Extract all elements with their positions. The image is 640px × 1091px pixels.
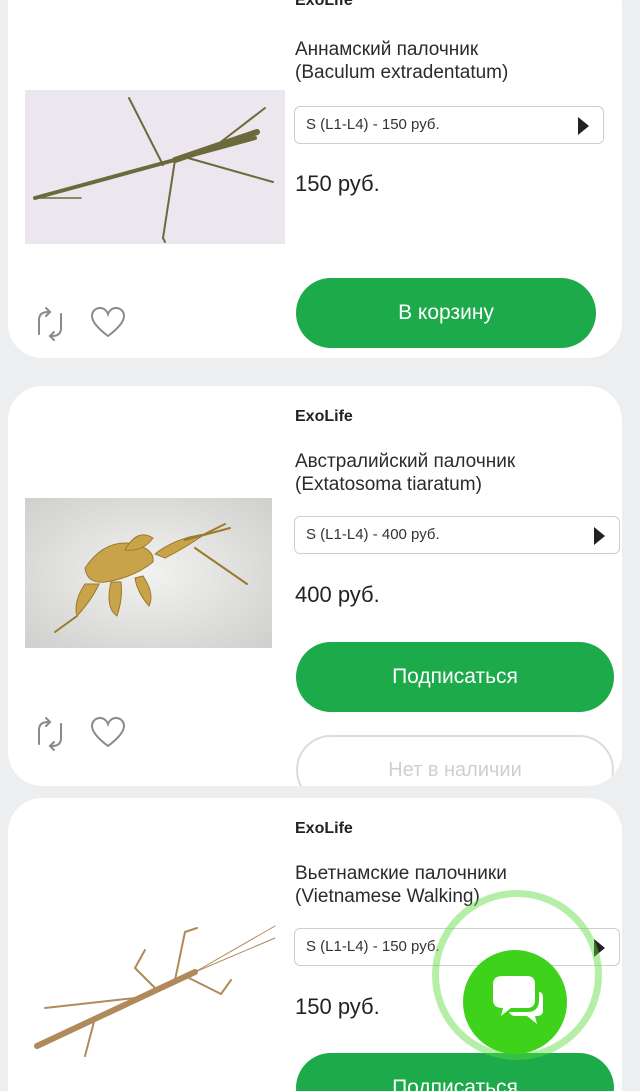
out-of-stock-button: Нет в наличии — [296, 735, 614, 786]
product-brand[interactable]: ExoLife — [295, 820, 353, 838]
product-brand[interactable]: ExoLife — [295, 408, 353, 426]
variant-select-value: S (L1-L4) - 400 руб. — [306, 526, 440, 543]
product-title[interactable]: Австралийский палочник (Extatosoma tiara… — [295, 450, 615, 496]
refresh-icon[interactable] — [32, 306, 68, 342]
heart-icon[interactable] — [90, 305, 126, 341]
product-title-line: Вьетнамские палочники — [295, 863, 507, 884]
product-image[interactable] — [25, 908, 285, 1068]
refresh-icon[interactable] — [32, 716, 68, 752]
subscribe-button[interactable]: Подписаться — [296, 1053, 614, 1091]
product-title-line: (Baculum extradentatum) — [295, 62, 509, 83]
chat-bubbles-icon — [493, 976, 543, 1024]
subscribe-button[interactable]: Подписаться — [296, 642, 614, 712]
product-title-line: (Vietnamese Walking) — [295, 886, 480, 907]
product-card: ExoLife Австралийский палочник (Extatoso… — [8, 386, 622, 786]
product-price: 150 руб. — [295, 171, 380, 196]
product-image[interactable] — [25, 90, 285, 244]
product-title-line: Аннамский палочник — [295, 39, 479, 60]
product-price: 400 руб. — [295, 582, 380, 607]
variant-select-value: S (L1-L4) - 150 руб. — [306, 116, 440, 133]
product-title[interactable]: Вьетнамские палочники (Vietnamese Walkin… — [295, 862, 615, 908]
product-card: ExoLife Аннамский палочник (Baculum extr… — [8, 0, 622, 358]
variant-select[interactable]: S (L1-L4) - 400 руб. — [294, 516, 620, 554]
triangle-right-icon — [578, 117, 589, 135]
product-title[interactable]: Аннамский палочник (Baculum extradentatu… — [295, 38, 615, 84]
product-price: 150 руб. — [295, 994, 380, 1019]
chat-button[interactable] — [463, 950, 567, 1054]
product-image[interactable] — [25, 498, 272, 648]
heart-icon[interactable] — [90, 715, 126, 751]
product-title-line: (Extatosoma tiaratum) — [295, 474, 482, 495]
variant-select[interactable]: S (L1-L4) - 150 руб. — [294, 106, 604, 144]
add-to-cart-button[interactable]: В корзину — [296, 278, 596, 348]
product-title-line: Австралийский палочник — [295, 451, 516, 472]
triangle-right-icon — [594, 527, 605, 545]
product-brand[interactable]: ExoLife — [295, 0, 353, 10]
variant-select-value: S (L1-L4) - 150 руб. — [306, 938, 440, 955]
